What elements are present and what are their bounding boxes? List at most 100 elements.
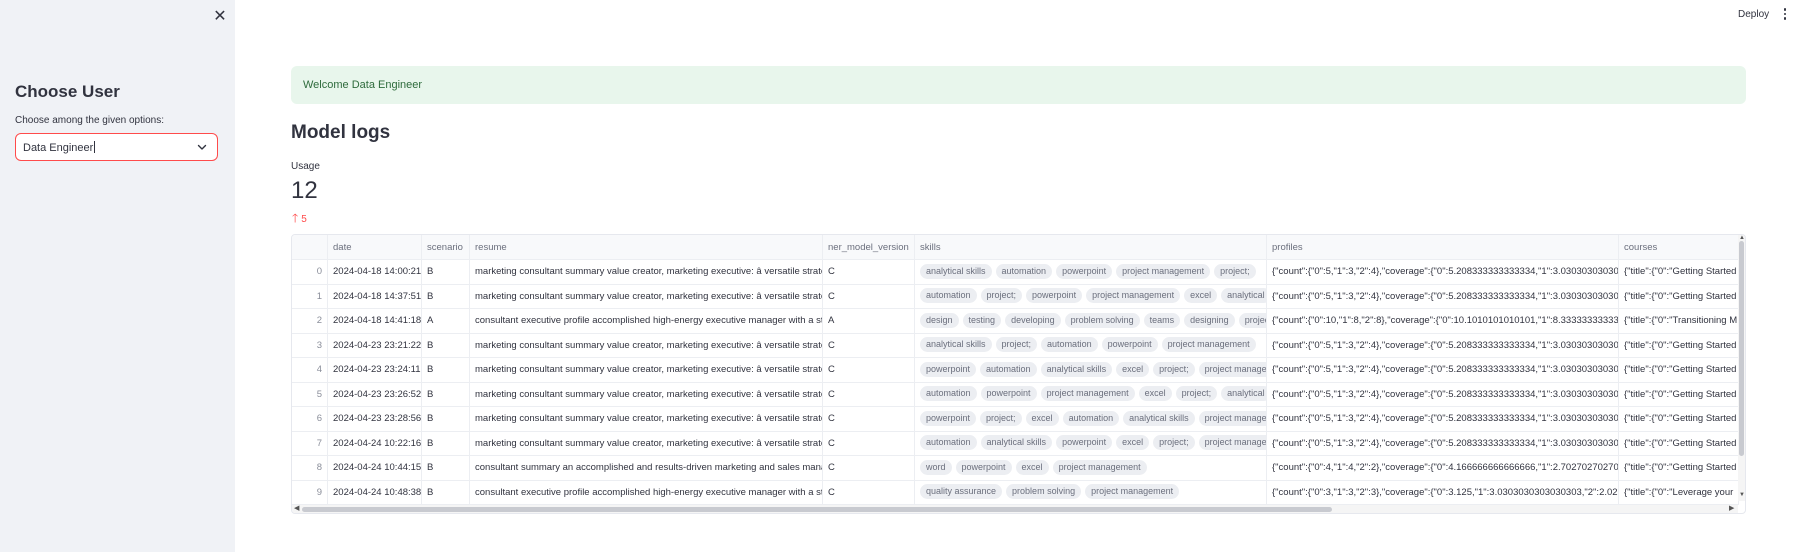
cell-scenario[interactable]: B: [422, 382, 470, 407]
cell-courses[interactable]: {"title":{"0":"Getting Started: [1619, 431, 1739, 456]
cell-date[interactable]: 2024-04-24 10:48:38: [328, 480, 422, 505]
cell-date[interactable]: 2024-04-18 14:00:21: [328, 260, 422, 285]
cell-skills[interactable]: automation analytical skills powerpoint exc…: [915, 431, 1267, 456]
cell-scenario[interactable]: B: [422, 407, 470, 432]
cell-profiles[interactable]: {"count":{"0":10,"1":8,"2":8},"coverage"…: [1267, 309, 1619, 334]
row-index[interactable]: 0: [292, 260, 328, 285]
cell-skills[interactable]: powerpoint automation analytical skills exc…: [915, 358, 1267, 383]
cell-courses[interactable]: {"title":{"0":"Transitioning M: [1619, 309, 1739, 334]
cell-skills[interactable]: automation project; powerpoint project mana…: [915, 284, 1267, 309]
column-header[interactable]: date: [328, 235, 422, 260]
cell-date[interactable]: 2024-04-23 23:26:52: [328, 382, 422, 407]
cell-profiles[interactable]: {"count":{"0":5,"1":3,"2":4},"coverage":…: [1267, 284, 1619, 309]
horizontal-scroll-thumb[interactable]: [302, 507, 1332, 512]
cell-courses[interactable]: {"title":{"0":"Getting Started: [1619, 260, 1739, 285]
table-row[interactable]: 5 2024-04-23 23:26:52 Bmarketing consultan…: [292, 382, 1739, 407]
cell-scenario[interactable]: B: [422, 431, 470, 456]
cell-resume[interactable]: consultant executive profile accomplishe…: [470, 480, 823, 505]
cell-courses[interactable]: {"title":{"0":"Getting Started: [1619, 407, 1739, 432]
cell-profiles[interactable]: {"count":{"0":5,"1":3,"2":4},"coverage":…: [1267, 333, 1619, 358]
cell-date[interactable]: 2024-04-23 23:28:56: [328, 407, 422, 432]
cell-skills[interactable]: analytical skills automation powerpoint pro…: [915, 260, 1267, 285]
cell-ner-model-version[interactable]: C: [823, 333, 915, 358]
cell-ner-model-version[interactable]: C: [823, 382, 915, 407]
cell-date[interactable]: 2024-04-23 23:24:11: [328, 358, 422, 383]
cell-courses[interactable]: {"title":{"0":"Getting Started: [1619, 333, 1739, 358]
menu-dots-icon[interactable]: [1781, 8, 1789, 22]
cell-scenario[interactable]: B: [422, 456, 470, 481]
vertical-scrollbar[interactable]: ▲ ▼: [1738, 235, 1745, 501]
deploy-button[interactable]: Deploy: [1738, 9, 1769, 20]
cell-date[interactable]: 2024-04-18 14:41:18: [328, 309, 422, 334]
cell-profiles[interactable]: {"count":{"0":5,"1":3,"2":4},"coverage":…: [1267, 382, 1619, 407]
cell-resume[interactable]: marketing consultant summary value creat…: [470, 358, 823, 383]
cell-skills[interactable]: automation powerpoint project management ex…: [915, 382, 1267, 407]
table-row[interactable]: 0 2024-04-18 14:00:21 Bmarketing consultan…: [292, 260, 1739, 285]
cell-resume[interactable]: marketing consultant summary value creat…: [470, 333, 823, 358]
column-header[interactable]: courses: [1619, 235, 1739, 260]
row-index[interactable]: 5: [292, 382, 328, 407]
cell-courses[interactable]: {"title":{"0":"Getting Started: [1619, 284, 1739, 309]
table-row[interactable]: 7 2024-04-24 10:22:16 Bmarketing consultan…: [292, 431, 1739, 456]
cell-courses[interactable]: {"title":{"0":"Getting Started: [1619, 382, 1739, 407]
cell-courses[interactable]: {"title":{"0":"Getting Started: [1619, 456, 1739, 481]
cell-scenario[interactable]: B: [422, 284, 470, 309]
cell-resume[interactable]: marketing consultant summary value creat…: [470, 382, 823, 407]
table-row[interactable]: 6 2024-04-23 23:28:56 Bmarketing consultan…: [292, 407, 1739, 432]
row-index[interactable]: 9: [292, 480, 328, 505]
scroll-right-icon[interactable]: ▶: [1729, 504, 1734, 512]
cell-ner-model-version[interactable]: C: [823, 284, 915, 309]
cell-date[interactable]: 2024-04-24 10:22:16: [328, 431, 422, 456]
row-index[interactable]: 3: [292, 333, 328, 358]
cell-resume[interactable]: consultant summary an accomplished and r…: [470, 456, 823, 481]
cell-resume[interactable]: marketing consultant summary value creat…: [470, 431, 823, 456]
column-header[interactable]: resume: [470, 235, 823, 260]
cell-skills[interactable]: powerpoint project; excel automation analyti…: [915, 407, 1267, 432]
cell-date[interactable]: 2024-04-24 10:44:15: [328, 456, 422, 481]
cell-courses[interactable]: {"title":{"0":"Getting Started: [1619, 358, 1739, 383]
model-logs-table[interactable]: date scenario resume ner_model_version s…: [291, 234, 1746, 514]
cell-ner-model-version[interactable]: C: [823, 480, 915, 505]
vertical-scroll-thumb[interactable]: [1739, 241, 1744, 456]
cell-skills[interactable]: design testing developing problem solving te…: [915, 309, 1267, 334]
row-index[interactable]: 1: [292, 284, 328, 309]
cell-ner-model-version[interactable]: C: [823, 358, 915, 383]
cell-courses[interactable]: {"title":{"0":"Leverage your: [1619, 480, 1739, 505]
table-row[interactable]: 4 2024-04-23 23:24:11 Bmarketing consultan…: [292, 358, 1739, 383]
cell-ner-model-version[interactable]: C: [823, 456, 915, 481]
table-row[interactable]: 2 2024-04-18 14:41:18 Aconsultant executiv…: [292, 309, 1739, 334]
column-header[interactable]: profiles: [1267, 235, 1619, 260]
cell-scenario[interactable]: B: [422, 358, 470, 383]
cell-resume[interactable]: marketing consultant summary value creat…: [470, 260, 823, 285]
cell-scenario[interactable]: B: [422, 333, 470, 358]
cell-scenario[interactable]: B: [422, 480, 470, 505]
table-row[interactable]: 3 2024-04-23 23:21:22 Bmarketing consultan…: [292, 333, 1739, 358]
cell-skills[interactable]: word powerpoint excel project management: [915, 456, 1267, 481]
row-index[interactable]: 7: [292, 431, 328, 456]
user-select[interactable]: Data Engineer: [15, 133, 218, 161]
row-index[interactable]: 2: [292, 309, 328, 334]
cell-scenario[interactable]: B: [422, 260, 470, 285]
cell-ner-model-version[interactable]: A: [823, 309, 915, 334]
column-header[interactable]: skills: [915, 235, 1267, 260]
cell-date[interactable]: 2024-04-23 23:21:22: [328, 333, 422, 358]
row-index[interactable]: 8: [292, 456, 328, 481]
row-index[interactable]: 6: [292, 407, 328, 432]
cell-date[interactable]: 2024-04-18 14:37:51: [328, 284, 422, 309]
cell-ner-model-version[interactable]: C: [823, 407, 915, 432]
cell-resume[interactable]: consultant executive profile accomplishe…: [470, 309, 823, 334]
cell-profiles[interactable]: {"count":{"0":5,"1":3,"2":4},"coverage":…: [1267, 260, 1619, 285]
scroll-down-icon[interactable]: ▼: [1739, 492, 1745, 498]
column-header[interactable]: ner_model_version: [823, 235, 915, 260]
cell-skills[interactable]: quality assurance problem solving project …: [915, 480, 1267, 505]
cell-profiles[interactable]: {"count":{"0":4,"1":4,"2":2},"coverage":…: [1267, 456, 1619, 481]
column-header[interactable]: scenario: [422, 235, 470, 260]
cell-resume[interactable]: marketing consultant summary value creat…: [470, 284, 823, 309]
close-icon[interactable]: ✕: [211, 8, 229, 26]
cell-profiles[interactable]: {"count":{"0":5,"1":3,"2":4},"coverage":…: [1267, 407, 1619, 432]
cell-ner-model-version[interactable]: C: [823, 260, 915, 285]
cell-profiles[interactable]: {"count":{"0":3,"1":3,"2":3},"coverage":…: [1267, 480, 1619, 505]
table-row[interactable]: 1 2024-04-18 14:37:51 Bmarketing consultan…: [292, 284, 1739, 309]
table-row[interactable]: 8 2024-04-24 10:44:15 Bconsultant summary …: [292, 456, 1739, 481]
cell-profiles[interactable]: {"count":{"0":5,"1":3,"2":4},"coverage":…: [1267, 358, 1619, 383]
